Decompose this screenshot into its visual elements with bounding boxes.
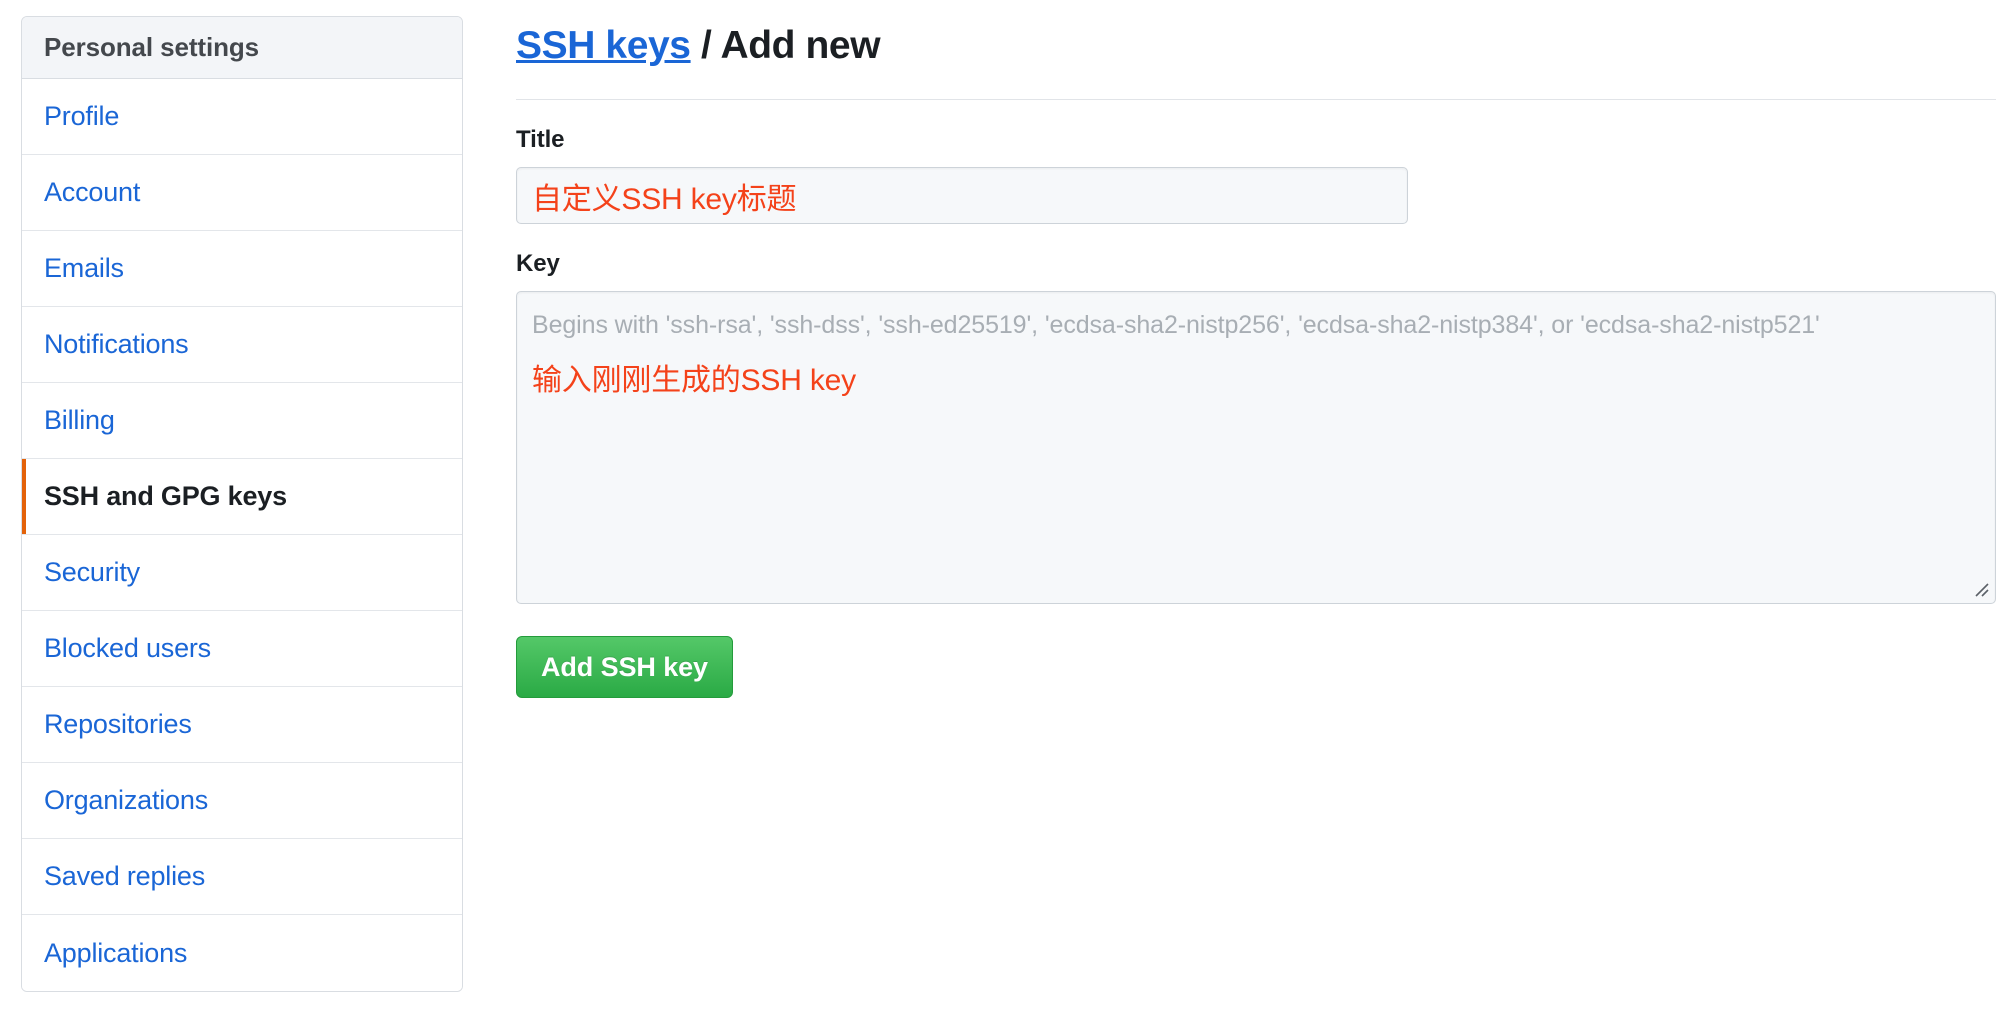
sidebar-item-label: Profile: [44, 101, 120, 131]
sidebar-item-label: SSH and GPG keys: [44, 481, 287, 511]
breadcrumb-current: Add new: [720, 24, 881, 67]
sidebar-item-label: Notifications: [44, 329, 189, 359]
resize-grip-icon[interactable]: [1973, 581, 1991, 599]
sidebar-item-saved-replies[interactable]: Saved replies: [22, 839, 462, 915]
sidebar-item-label: Saved replies: [44, 861, 205, 891]
page-title: SSH keys / Add new: [516, 24, 2004, 68]
sidebar-item-ssh-and-gpg-keys[interactable]: SSH and GPG keys: [22, 459, 462, 535]
sidebar-item-applications[interactable]: Applications: [22, 915, 462, 991]
personal-settings-sidebar: Personal settings Profile Account Emails No…: [21, 16, 463, 992]
key-placeholder-text: Begins with 'ssh-rsa', 'ssh-dss', 'ssh-e…: [532, 311, 1820, 339]
breadcrumb-separator: /: [690, 24, 721, 67]
sidebar-item-security[interactable]: Security: [22, 535, 462, 611]
sidebar-item-label: Blocked users: [44, 633, 211, 663]
sidebar-item-label: Applications: [44, 937, 188, 968]
sidebar-item-organizations[interactable]: Organizations: [22, 763, 462, 839]
key-textarea[interactable]: Begins with 'ssh-rsa', 'ssh-dss', 'ssh-e…: [516, 291, 1996, 604]
sidebar-item-label: Emails: [44, 253, 124, 283]
sidebar-item-repositories[interactable]: Repositories: [22, 687, 462, 763]
sidebar-item-notifications[interactable]: Notifications: [22, 307, 462, 383]
sidebar-nav-list: Profile Account Emails Notifications Billing…: [22, 79, 462, 991]
sidebar-item-account[interactable]: Account: [22, 155, 462, 231]
settings-page: Personal settings Profile Account Emails No…: [0, 0, 2004, 1024]
sidebar-item-label: Repositories: [44, 709, 192, 739]
sidebar-item-label: Organizations: [44, 785, 208, 815]
sidebar-item-billing[interactable]: Billing: [22, 383, 462, 459]
title-input[interactable]: 自定义SSH key标题: [516, 167, 1408, 224]
key-field-label: Key: [516, 250, 560, 277]
add-ssh-key-button[interactable]: Add SSH key: [516, 636, 733, 698]
sidebar-item-label: Security: [44, 557, 140, 587]
sidebar-item-blocked-users[interactable]: Blocked users: [22, 611, 462, 687]
sidebar-item-profile[interactable]: Profile: [22, 79, 462, 155]
main-content: SSH keys / Add new Title 自定义SSH key标题 Ke…: [516, 0, 2004, 1024]
title-field-label: Title: [516, 126, 565, 153]
ssh-keys-breadcrumb-link[interactable]: SSH keys: [516, 24, 691, 67]
sidebar-header: Personal settings: [22, 17, 462, 79]
sidebar-item-label: Billing: [44, 405, 115, 435]
sidebar-item-emails[interactable]: Emails: [22, 231, 462, 307]
key-annotation-text: 输入刚刚生成的SSH key: [532, 364, 856, 397]
sidebar-item-label: Account: [44, 177, 141, 207]
header-divider: [516, 99, 1996, 100]
